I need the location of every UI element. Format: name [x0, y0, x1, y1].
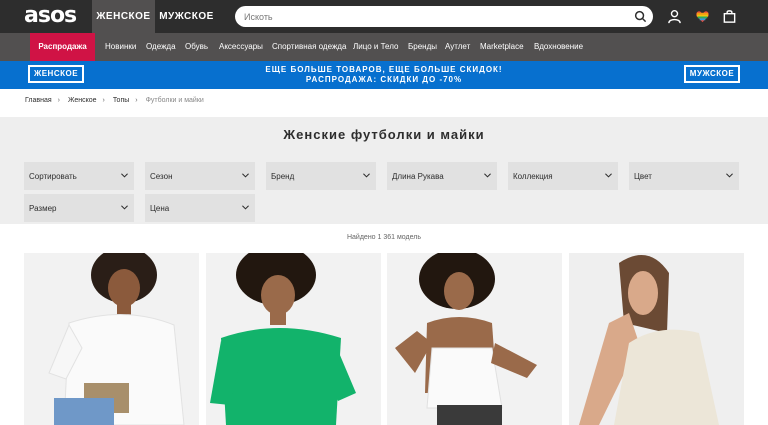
- green-tshirt-photo: [206, 253, 381, 425]
- search-bar[interactable]: [235, 6, 653, 27]
- product-card[interactable]: [569, 253, 744, 425]
- result-count: Найдено 1 361 модель: [346, 234, 422, 241]
- breadcrumb-separator: ›: [135, 97, 138, 104]
- filter-area: Сортировать Сезон Бренд Длина Рукава Кол…: [0, 159, 768, 224]
- filter-label: Сортировать: [29, 172, 77, 181]
- nav-item-marketplace[interactable]: Marketplace: [480, 33, 524, 61]
- chevron-down-icon: [605, 173, 612, 178]
- filter-brand[interactable]: Бренд: [266, 162, 376, 190]
- promo-women-button[interactable]: ЖЕНСКОЕ: [28, 65, 84, 83]
- white-tshirt-photo: [24, 253, 199, 425]
- white-camisole-photo: [387, 253, 562, 425]
- search-input[interactable]: [244, 6, 624, 27]
- filter-season[interactable]: Сезон: [145, 162, 255, 190]
- chevron-down-icon: [363, 173, 370, 178]
- filter-color[interactable]: Цвет: [629, 162, 739, 190]
- filter-sleeve-length[interactable]: Длина Рукава: [387, 162, 497, 190]
- filter-label: Цена: [150, 204, 170, 213]
- tab-men[interactable]: МУЖСКОЕ: [155, 0, 218, 33]
- nav-item-brands[interactable]: Бренды: [408, 33, 437, 61]
- breadcrumb-tops[interactable]: Топы: [113, 97, 129, 104]
- filter-price[interactable]: Цена: [145, 194, 255, 222]
- filter-collection[interactable]: Коллекция: [508, 162, 618, 190]
- product-card[interactable]: [24, 253, 199, 425]
- product-card[interactable]: [387, 253, 562, 425]
- breadcrumb-women[interactable]: Женское: [68, 97, 97, 104]
- nav-item-clothing[interactable]: Одежда: [146, 33, 176, 61]
- chevron-down-icon: [726, 173, 733, 178]
- promo-text: ЕЩЕ БОЛЬШЕ ТОВАРОВ, ЕЩЕ БОЛЬШЕ СКИДОК! Р…: [230, 65, 538, 85]
- bag-icon[interactable]: [722, 9, 737, 24]
- top-bar: asos ЖЕНСКОЕ МУЖСКОЕ: [0, 0, 768, 33]
- filter-label: Бренд: [271, 172, 295, 181]
- page-title: Женские футболки и майки: [283, 127, 485, 142]
- chevron-down-icon: [484, 173, 491, 178]
- breadcrumb-separator: ›: [102, 97, 105, 104]
- promo-banner[interactable]: ЖЕНСКОЕ ЕЩЕ БОЛЬШЕ ТОВАРОВ, ЕЩЕ БОЛЬШЕ С…: [0, 61, 768, 89]
- filter-label: Сезон: [150, 172, 173, 181]
- product-card[interactable]: [206, 253, 381, 425]
- filter-sort[interactable]: Сортировать: [24, 162, 134, 190]
- promo-line-1: ЕЩЕ БОЛЬШЕ ТОВАРОВ, ЕЩЕ БОЛЬШЕ СКИДОК!: [265, 65, 503, 74]
- tab-women[interactable]: ЖЕНСКОЕ: [92, 0, 155, 33]
- chevron-down-icon: [242, 205, 249, 210]
- filter-label: Длина Рукава: [392, 172, 444, 181]
- cream-tank-top-photo: [569, 253, 744, 425]
- nav-item-shoes[interactable]: Обувь: [185, 33, 208, 61]
- promo-men-button[interactable]: МУЖСКОЕ: [684, 65, 740, 83]
- chevron-down-icon: [242, 173, 249, 178]
- account-icon[interactable]: [667, 9, 682, 24]
- filter-label: Цвет: [634, 172, 652, 181]
- breadcrumb-separator: ›: [57, 97, 60, 104]
- filter-size[interactable]: Размер: [24, 194, 134, 222]
- saved-items-heart-icon[interactable]: [695, 9, 710, 24]
- search-icon[interactable]: [634, 10, 647, 23]
- filter-label: Размер: [29, 204, 57, 213]
- nav-item-accessories[interactable]: Аксессуары: [219, 33, 263, 61]
- nav-item-outlet[interactable]: Аутлет: [445, 33, 470, 61]
- category-nav: Распродажа Новинки Одежда Обувь Аксессуа…: [0, 33, 768, 61]
- nav-item-new[interactable]: Новинки: [105, 33, 136, 61]
- nav-item-inspiration[interactable]: Вдохновение: [534, 33, 583, 61]
- breadcrumb: Главная › Женское › Топы › Футболки и майки: [25, 97, 210, 109]
- nav-item-face-body[interactable]: Лицо и Тело: [353, 33, 398, 61]
- nav-item-sale[interactable]: Распродажа: [30, 33, 95, 61]
- asos-logo[interactable]: asos: [24, 4, 77, 28]
- breadcrumb-home[interactable]: Главная: [25, 97, 52, 104]
- promo-line-2: РАСПРОДАЖА: СКИДКИ ДО -70%: [305, 75, 463, 84]
- nav-item-sportswear[interactable]: Спортивная одежда: [272, 33, 346, 61]
- breadcrumb-current: Футболки и майки: [145, 97, 204, 104]
- chevron-down-icon: [121, 173, 128, 178]
- filter-label: Коллекция: [513, 172, 553, 181]
- chevron-down-icon: [121, 205, 128, 210]
